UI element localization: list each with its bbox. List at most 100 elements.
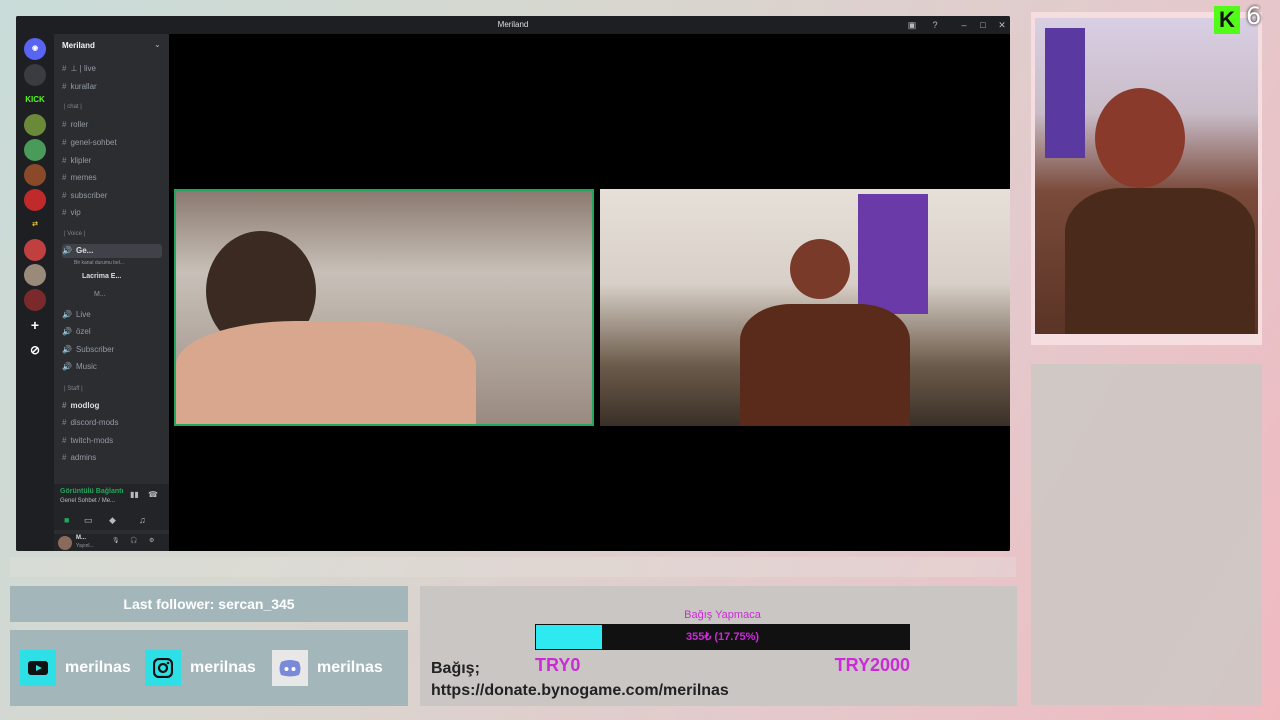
hash-icon: # <box>62 453 67 462</box>
donation-label: Bağış; <box>431 660 480 677</box>
video-tile-speaking[interactable] <box>174 189 594 426</box>
microphone-icon[interactable]: 🎙 <box>112 537 120 544</box>
speaker-icon: 🔊 <box>62 327 72 336</box>
chat-overlay-panel <box>1031 364 1262 705</box>
speaker-icon: 🔊 <box>62 362 72 371</box>
brand-number: 6 <box>1246 2 1262 30</box>
camera-icon[interactable]: ■ <box>64 515 69 525</box>
social-discord: merilnas <box>272 649 383 687</box>
participant-figure <box>176 321 476 424</box>
channel-admins[interactable]: # admins <box>62 451 96 465</box>
speaker-icon: 🔊 <box>62 246 72 255</box>
channel-vip[interactable]: # vip <box>62 206 81 220</box>
inbox-icon[interactable]: ▣ <box>906 19 918 31</box>
socials-panel: merilnas merilnas merilnas <box>10 630 408 706</box>
gear-icon[interactable]: ⚙ <box>149 537 154 544</box>
maximize-icon[interactable]: □ <box>977 19 989 31</box>
channel-twitch-mods[interactable]: # twitch-mods <box>62 434 113 448</box>
signal-icon[interactable]: ▮▮ <box>130 490 139 499</box>
channel-memes[interactable]: # memes <box>62 171 97 185</box>
donation-goal-title: Bağış Yapmaca <box>684 609 761 621</box>
server-icon[interactable] <box>24 114 46 136</box>
hash-icon: # <box>62 208 67 217</box>
social-handle: merilnas <box>190 659 256 676</box>
channel-subscriber[interactable]: # subscriber <box>62 189 107 203</box>
social-youtube: merilnas <box>20 649 131 687</box>
chevron-down-icon[interactable]: ⌄ <box>154 40 161 49</box>
kick-logo: K <box>1214 6 1240 34</box>
kick-server-icon[interactable]: KICK <box>24 89 46 111</box>
user-panel: M... Yayınl... 🎙 🎧 ⚙ <box>54 534 169 551</box>
voice-channel-subscriber[interactable]: 🔊 Subscriber <box>62 343 114 357</box>
server-name[interactable]: Meriland <box>62 41 95 50</box>
channel-modlog[interactable]: # modlog <box>62 399 99 413</box>
streamer-figure <box>1065 188 1255 334</box>
channel-status: Bir kanal durumu bel... <box>74 260 125 266</box>
video-tile[interactable] <box>600 189 1010 426</box>
channel-roller[interactable]: # roller <box>62 118 88 132</box>
social-handle: merilnas <box>317 659 383 676</box>
help-icon[interactable]: ? <box>929 19 941 31</box>
server-icon[interactable] <box>24 139 46 161</box>
screen-share-icon[interactable]: ▭ <box>84 515 93 526</box>
voice-channel-music[interactable]: 🔊 Music <box>62 360 97 374</box>
social-instagram: merilnas <box>145 649 256 687</box>
participant-figure <box>740 304 910 426</box>
discord-icon <box>272 650 308 686</box>
donation-goal-max: TRY2000 <box>834 655 910 675</box>
voice-status: Görüntülü Bağlantı <box>60 488 124 495</box>
speaker-icon: 🔊 <box>62 345 72 354</box>
user-name: M... <box>76 535 86 541</box>
donation-progress-bar: 355₺ (17.75%) <box>535 624 910 650</box>
voice-user[interactable]: Lacrima E... <box>82 270 121 284</box>
channel-live[interactable]: # ⊥ | live <box>62 62 96 76</box>
category-voice[interactable]: | Voice | <box>64 231 85 237</box>
voice-channel-ozel[interactable]: 🔊 özel <box>62 325 91 339</box>
hash-icon: # <box>62 82 67 91</box>
server-icon[interactable]: ⇄ <box>24 214 46 236</box>
social-handle: merilnas <box>65 659 131 676</box>
close-icon[interactable]: ✕ <box>996 19 1008 31</box>
server-icon[interactable] <box>24 64 46 86</box>
participant-figure <box>790 239 850 299</box>
avatar[interactable] <box>58 536 72 550</box>
voice-channel-live[interactable]: 🔊 Live <box>62 308 91 322</box>
channel-panel: Meriland ⌄ # ⊥ | live # kurallar | chat | … <box>54 34 169 551</box>
minimize-icon[interactable]: – <box>958 19 970 31</box>
server-icon[interactable] <box>24 264 46 286</box>
activity-icon[interactable]: ◆ <box>109 515 116 526</box>
hash-icon: # <box>62 436 67 445</box>
discord-home-icon[interactable]: ◉ <box>24 38 46 60</box>
explore-icon[interactable]: ⊘ <box>24 339 46 361</box>
divider-strip <box>10 557 1016 577</box>
server-icon[interactable] <box>24 239 46 261</box>
webcam-frame <box>1031 12 1262 345</box>
hash-icon: # <box>62 418 67 427</box>
headphones-icon[interactable]: 🎧 <box>130 537 137 544</box>
soundboard-icon[interactable]: ♫ <box>139 515 146 525</box>
voice-user[interactable]: M... <box>94 288 106 302</box>
channel-klipler[interactable]: # klipler <box>62 154 91 168</box>
title-bar: Meriland ▣ ? – □ ✕ <box>16 16 1010 34</box>
server-icon[interactable] <box>24 189 46 211</box>
server-icon[interactable] <box>24 164 46 186</box>
tv-screen <box>1045 28 1085 158</box>
video-call-area <box>169 34 1010 551</box>
channel-genel-sohbet[interactable]: # genel-sohbet <box>62 136 117 150</box>
add-server-icon[interactable]: + <box>24 314 46 336</box>
hash-icon: # <box>62 64 67 73</box>
speaker-icon: 🔊 <box>62 310 72 319</box>
voice-channel-name[interactable]: Genel Sohbet / Me... <box>60 498 115 504</box>
category-chat[interactable]: | chat | <box>64 104 82 110</box>
server-icon[interactable] <box>24 289 46 311</box>
voice-controls: ■ ▭ ◆ ♫ <box>54 512 169 530</box>
category-staff[interactable]: | Staff | <box>64 386 83 392</box>
disconnect-icon[interactable]: ☎ <box>148 490 158 499</box>
donation-url[interactable]: https://donate.bynogame.com/merilnas <box>431 682 729 700</box>
hash-icon: # <box>62 401 67 410</box>
channel-discord-mods[interactable]: # discord-mods <box>62 416 118 430</box>
channel-kurallar[interactable]: # kurallar <box>62 80 97 94</box>
donation-widget: Bağış Yapmaca 355₺ (17.75%) TRY0 TRY2000… <box>420 586 1017 706</box>
hash-icon: # <box>62 191 67 200</box>
tv-screen <box>858 194 928 314</box>
